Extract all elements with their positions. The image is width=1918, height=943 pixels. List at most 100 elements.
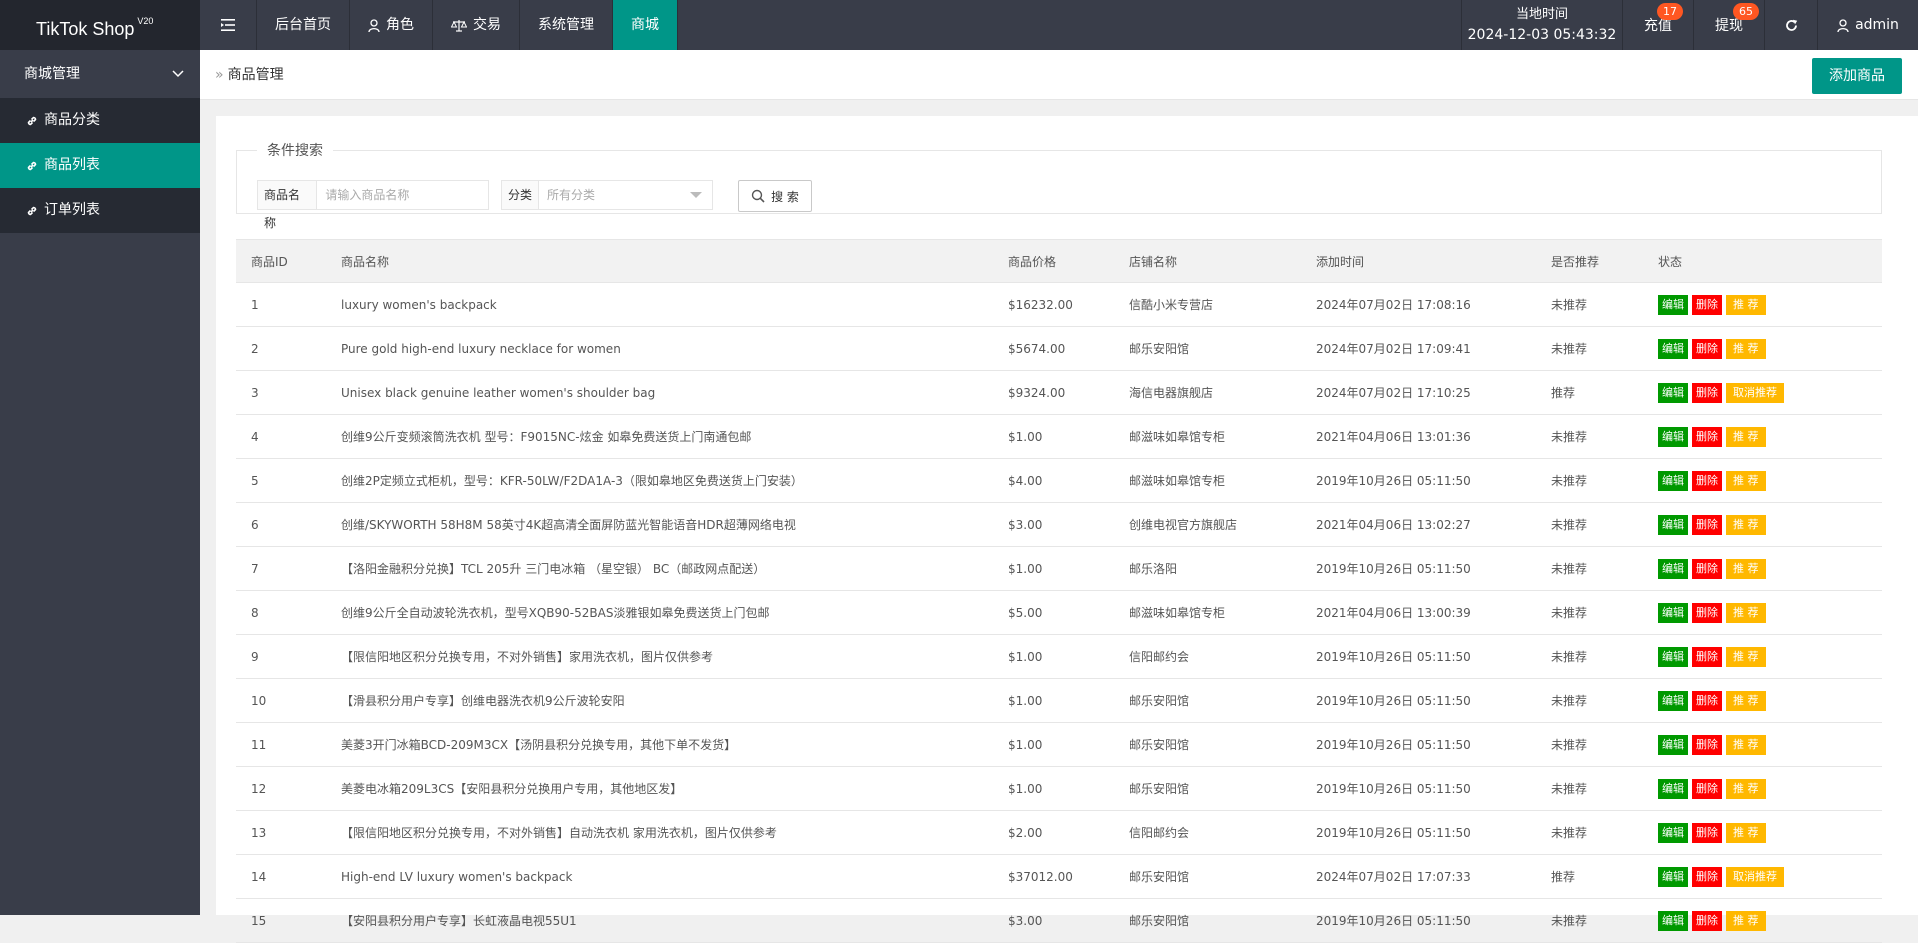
- nav-roles-label: 角色: [386, 17, 414, 33]
- delete-button[interactable]: 删除: [1692, 602, 1722, 623]
- col-header-time[interactable]: 添加时间: [1301, 239, 1536, 283]
- add-product-button[interactable]: 添加商品: [1812, 58, 1902, 94]
- search-legend: 条件搜索: [267, 143, 323, 159]
- app-logo[interactable]: TikTok Shop V20: [0, 0, 200, 50]
- recommend-button[interactable]: 推 荐: [1726, 338, 1766, 359]
- col-header-id[interactable]: 商品ID: [236, 239, 326, 283]
- nav-mall[interactable]: 商城: [613, 0, 678, 50]
- scale-icon: [451, 19, 467, 32]
- cell-name: 创维/SKYWORTH 58H8M 58英寸4K超高清全面屏防蓝光智能语音HDR…: [326, 502, 993, 547]
- cell-id: 3: [236, 370, 326, 415]
- edit-button[interactable]: 编辑: [1658, 822, 1688, 843]
- user-menu[interactable]: admin: [1817, 0, 1918, 50]
- delete-button[interactable]: 删除: [1692, 866, 1722, 887]
- withdraw-button[interactable]: 提现 65: [1693, 0, 1764, 50]
- cell-id: 13: [236, 810, 326, 855]
- search-button-label: 搜 索: [771, 189, 799, 204]
- delete-button[interactable]: 删除: [1692, 734, 1722, 755]
- nav-trade[interactable]: 交易: [433, 0, 520, 50]
- cell-shop: 邮乐安阳馆: [1114, 326, 1301, 371]
- delete-button[interactable]: 删除: [1692, 690, 1722, 711]
- refresh-button[interactable]: [1764, 0, 1817, 50]
- recommend-button[interactable]: 推 荐: [1726, 734, 1766, 755]
- chevron-down-icon: [172, 50, 184, 98]
- nav-trade-label: 交易: [473, 17, 501, 33]
- col-header-status[interactable]: 状态: [1643, 239, 1882, 283]
- col-header-shop[interactable]: 店铺名称: [1114, 239, 1301, 283]
- delete-button[interactable]: 删除: [1692, 294, 1722, 315]
- edit-button[interactable]: 编辑: [1658, 426, 1688, 447]
- sidebar-group-mall[interactable]: 商城管理: [0, 50, 200, 98]
- delete-button[interactable]: 删除: [1692, 910, 1722, 931]
- delete-button[interactable]: 删除: [1692, 514, 1722, 535]
- delete-button[interactable]: 删除: [1692, 426, 1722, 447]
- edit-button[interactable]: 编辑: [1658, 470, 1688, 491]
- cell-actions: 编辑 删除 取消推荐: [1643, 854, 1882, 899]
- sidebar-item-orders[interactable]: 订单列表: [0, 188, 200, 233]
- cell-recommended: 未推荐: [1536, 810, 1643, 855]
- link-icon: [27, 206, 37, 215]
- edit-button[interactable]: 编辑: [1658, 734, 1688, 755]
- recharge-button[interactable]: 充值 17: [1622, 0, 1693, 50]
- cell-recommended: 未推荐: [1536, 326, 1643, 371]
- edit-button[interactable]: 编辑: [1658, 558, 1688, 579]
- edit-button[interactable]: 编辑: [1658, 646, 1688, 667]
- col-header-price[interactable]: 商品价格: [993, 239, 1114, 283]
- delete-button[interactable]: 删除: [1692, 646, 1722, 667]
- edit-button[interactable]: 编辑: [1658, 866, 1688, 887]
- sidebar-item-categories[interactable]: 商品分类: [0, 98, 200, 143]
- table-body: 1 luxury women's backpack $16232.00 信酷小米专营店…: [236, 282, 1882, 943]
- col-header-name[interactable]: 商品名称: [326, 239, 993, 283]
- cell-shop: 海信电器旗舰店: [1114, 370, 1301, 415]
- recommend-button[interactable]: 推 荐: [1726, 294, 1766, 315]
- delete-button[interactable]: 删除: [1692, 382, 1722, 403]
- recommend-button[interactable]: 推 荐: [1726, 910, 1766, 931]
- delete-button[interactable]: 删除: [1692, 778, 1722, 799]
- app-version: V20: [137, 16, 154, 26]
- cell-id: 4: [236, 414, 326, 459]
- cell-name: 【洛阳金融积分兑换】TCL 205升 三门电冰箱 （星空银） BC（邮政网点配送…: [326, 546, 993, 591]
- cancel-recommend-button[interactable]: 取消推荐: [1726, 382, 1784, 403]
- cell-actions: 编辑 删除推 荐: [1643, 810, 1882, 855]
- cell-actions: 编辑 删除推 荐: [1643, 414, 1882, 459]
- recommend-button[interactable]: 推 荐: [1726, 514, 1766, 535]
- menu-toggle-button[interactable]: [200, 0, 257, 50]
- edit-button[interactable]: 编辑: [1658, 338, 1688, 359]
- recommend-button[interactable]: 推 荐: [1726, 778, 1766, 799]
- edit-button[interactable]: 编辑: [1658, 294, 1688, 315]
- edit-button[interactable]: 编辑: [1658, 778, 1688, 799]
- delete-button[interactable]: 删除: [1692, 558, 1722, 579]
- recommend-button[interactable]: 推 荐: [1726, 426, 1766, 447]
- edit-button[interactable]: 编辑: [1658, 602, 1688, 623]
- table-row: 13 【限信阳地区积分兑换专用，不对外销售】自动洗衣机 家用洗衣机，图片仅供参考 $…: [236, 810, 1882, 855]
- product-name-input[interactable]: [317, 181, 488, 209]
- recommend-button[interactable]: 推 荐: [1726, 822, 1766, 843]
- table-row: 10 【滑县积分用户专享】创维电器洗衣机9公斤波轮安阳 $1.00 邮乐安阳馆 2019…: [236, 678, 1882, 723]
- top-bar: TikTok Shop V20 后台首页 角色 交易 系统管理 商城 当地时间 2…: [0, 0, 1918, 50]
- nav-system[interactable]: 系统管理: [520, 0, 613, 50]
- cancel-recommend-button[interactable]: 取消推荐: [1726, 866, 1784, 887]
- recommend-button[interactable]: 推 荐: [1726, 602, 1766, 623]
- delete-button[interactable]: 删除: [1692, 470, 1722, 491]
- breadcrumb-current: 商品管理: [227, 67, 284, 83]
- edit-button[interactable]: 编辑: [1658, 690, 1688, 711]
- top-nav: 后台首页 角色 交易 系统管理 商城: [200, 0, 678, 50]
- recommend-button[interactable]: 推 荐: [1726, 558, 1766, 579]
- category-select[interactable]: 分类 所有分类: [501, 180, 713, 210]
- nav-dashboard[interactable]: 后台首页: [257, 0, 350, 50]
- recommend-button[interactable]: 推 荐: [1726, 646, 1766, 667]
- edit-button[interactable]: 编辑: [1658, 910, 1688, 931]
- col-header-recommended[interactable]: 是否推荐: [1536, 239, 1643, 283]
- table-row: 9 【限信阳地区积分兑换专用，不对外销售】家用洗衣机，图片仅供参考 $1.00 信阳邮…: [236, 634, 1882, 679]
- delete-button[interactable]: 删除: [1692, 822, 1722, 843]
- delete-button[interactable]: 删除: [1692, 338, 1722, 359]
- cell-name: 创维2P定频立式柜机，型号：KFR-50LW/F2DA1A-3（限如皋地区免费送…: [326, 458, 993, 503]
- sidebar-item-products[interactable]: 商品列表: [0, 143, 200, 188]
- edit-button[interactable]: 编辑: [1658, 382, 1688, 403]
- recommend-button[interactable]: 推 荐: [1726, 470, 1766, 491]
- nav-roles[interactable]: 角色: [350, 0, 433, 50]
- edit-button[interactable]: 编辑: [1658, 514, 1688, 535]
- recommend-button[interactable]: 推 荐: [1726, 690, 1766, 711]
- search-button[interactable]: 搜 索: [738, 180, 812, 212]
- nav-system-label: 系统管理: [538, 17, 594, 33]
